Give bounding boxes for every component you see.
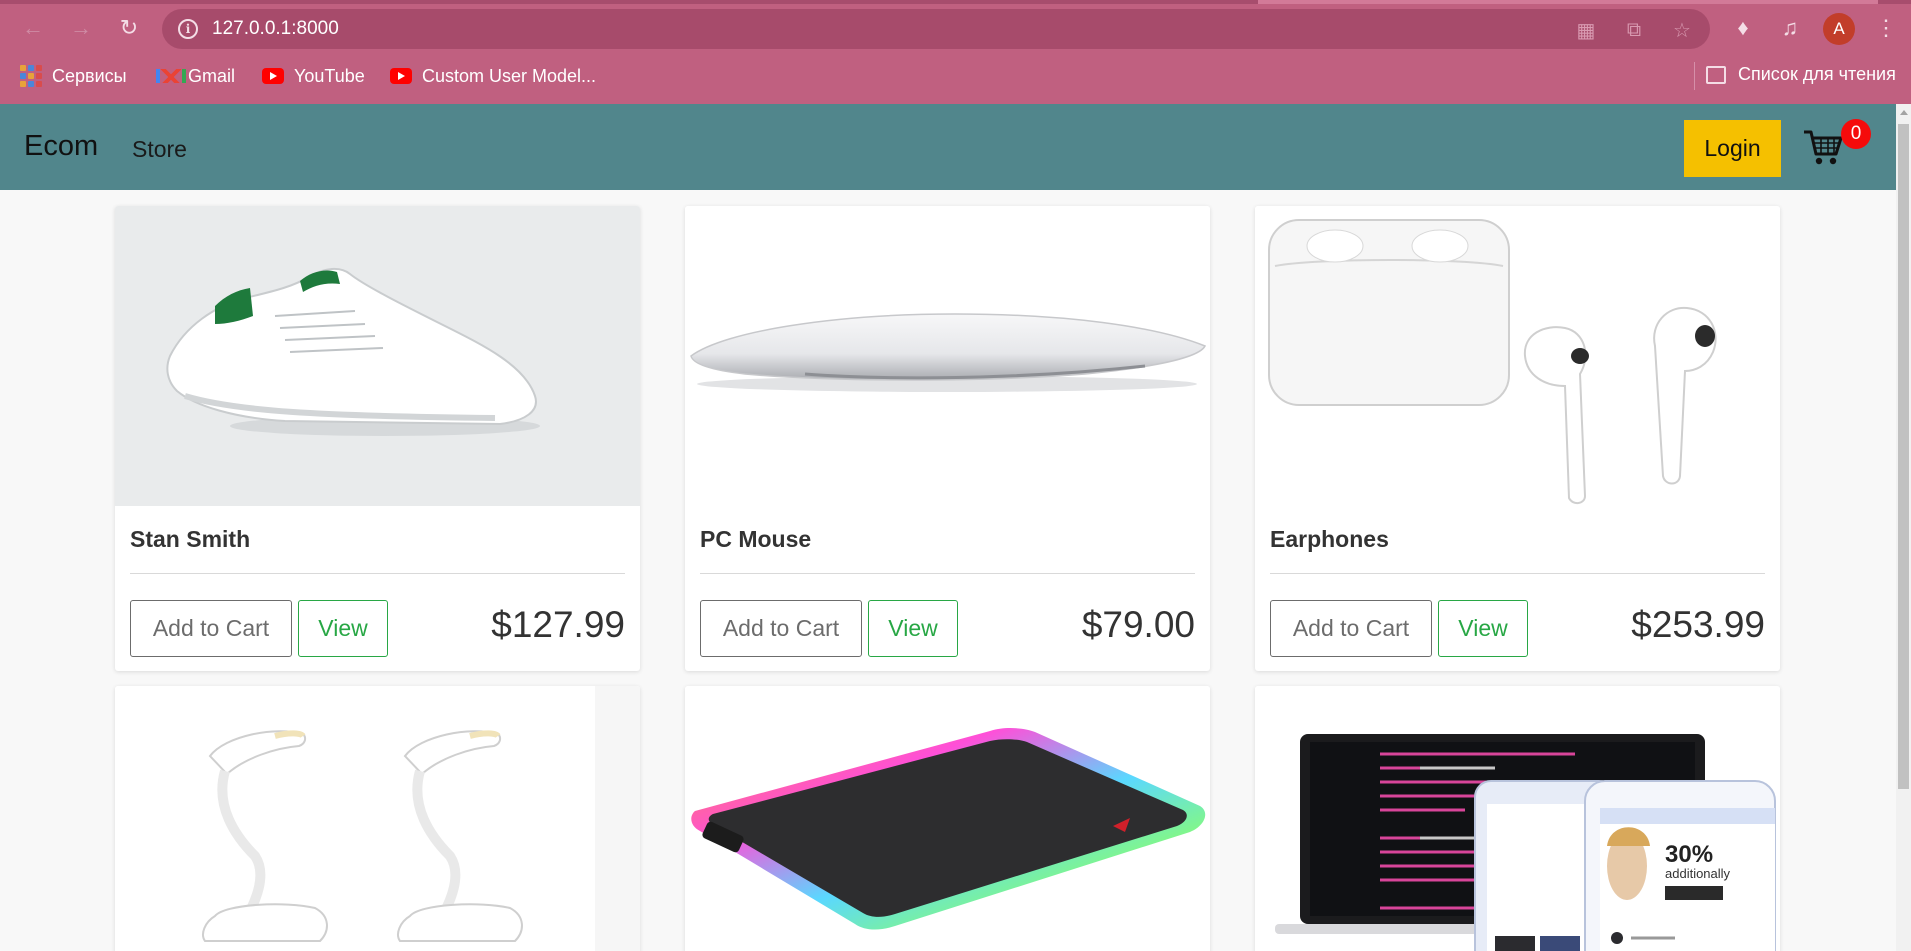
share-icon[interactable]: ⧉ (1621, 17, 1647, 43)
translate-icon[interactable]: ▦ (1573, 17, 1599, 43)
cart-icon[interactable] (1802, 126, 1844, 168)
product-card-desk-lamp (115, 686, 640, 951)
view-button[interactable]: View (868, 600, 958, 657)
product-image: 30% additionally (1255, 686, 1780, 951)
login-button[interactable]: Login (1684, 120, 1781, 177)
product-image (685, 686, 1210, 951)
page-scrollbar[interactable] (1896, 104, 1911, 951)
svg-text:additionally: additionally (1665, 866, 1731, 881)
youtube-icon (262, 68, 284, 84)
bookmarks-bar: Сервисы Gmail YouTube Custom User Model.… (0, 58, 1911, 94)
view-button[interactable]: View (1438, 600, 1528, 657)
more-menu-icon[interactable]: ⋮ (1870, 12, 1902, 44)
product-image (1255, 206, 1780, 506)
extensions-icon[interactable]: ♦ (1727, 12, 1759, 44)
browser-chrome: ← → ↻ i 127.0.0.1:8000 ▦ ⧉ ☆ ♦ ♫ A ⋮ Сер… (0, 0, 1911, 104)
add-to-cart-button[interactable]: Add to Cart (700, 600, 862, 657)
add-to-cart-button[interactable]: Add to Cart (130, 600, 292, 657)
brand-logo[interactable]: Ecom (24, 130, 98, 163)
bookmarks-divider (1694, 62, 1695, 90)
scroll-up-arrow-icon[interactable] (1900, 110, 1908, 115)
product-price: $127.99 (491, 604, 625, 645)
product-card-mouse-pad (685, 686, 1210, 951)
gmail-icon (156, 67, 186, 85)
reading-list-label: Список для чтения (1738, 64, 1896, 84)
product-card-pc-mouse: PC Mouse Add to Cart View $79.00 (685, 206, 1210, 671)
bookmark-label: Gmail (188, 65, 236, 86)
cart-count-badge: 0 (1841, 119, 1871, 149)
product-title: Earphones (1270, 526, 1389, 552)
bookmark-label: Сервисы (52, 65, 127, 86)
bookmark-label: YouTube (294, 65, 365, 86)
forward-icon[interactable]: → (65, 12, 97, 44)
bookmark-star-icon[interactable]: ☆ (1669, 17, 1695, 43)
reload-icon[interactable]: ↻ (113, 12, 145, 44)
product-title: PC Mouse (700, 526, 812, 552)
product-card-stan-smith: Stan Smith Add to Cart View $127.99 (115, 206, 640, 671)
address-bar[interactable]: i 127.0.0.1:8000 ▦ ⧉ ☆ (162, 9, 1710, 49)
site-navbar: Ecom Store Login 0 (0, 104, 1896, 190)
product-card-earphones: Earphones Add to Cart View $253.99 (1255, 206, 1780, 671)
product-price: $253.99 (1631, 604, 1765, 645)
tab-strip-edge (0, 0, 1911, 4)
reading-list-icon (1706, 65, 1726, 84)
apps-grid-icon (20, 65, 42, 87)
bookmark-services[interactable]: Сервисы (20, 64, 127, 88)
svg-text:30%: 30% (1665, 841, 1713, 868)
reading-list[interactable]: Список для чтения (1706, 64, 1896, 85)
media-control-icon[interactable]: ♫ (1774, 12, 1806, 44)
product-title: Stan Smith (130, 526, 251, 552)
add-to-cart-button[interactable]: Add to Cart (1270, 600, 1432, 657)
profile-avatar[interactable]: A (1823, 13, 1855, 45)
bookmark-youtube[interactable]: YouTube (262, 64, 365, 88)
bookmark-custom-user-model[interactable]: Custom User Model... (390, 64, 596, 88)
bookmark-gmail[interactable]: Gmail (156, 64, 235, 88)
card-divider (1270, 573, 1765, 574)
nav-store-link[interactable]: Store (132, 136, 187, 163)
product-price: $79.00 (1081, 604, 1195, 645)
page-viewport: Ecom Store Login 0 Stan Smith Add to Car… (0, 104, 1896, 951)
bookmark-label: Custom User Model... (422, 65, 597, 86)
card-divider (130, 573, 625, 574)
card-divider (700, 573, 1195, 574)
product-image (685, 206, 1210, 506)
product-image (115, 686, 640, 951)
product-card-web-template: 30% additionally (1255, 686, 1780, 951)
product-image (115, 206, 640, 506)
scrollbar-thumb[interactable] (1898, 124, 1909, 789)
back-icon[interactable]: ← (17, 12, 49, 44)
view-button[interactable]: View (298, 600, 388, 657)
url-text[interactable]: 127.0.0.1:8000 (212, 18, 339, 40)
youtube-icon (390, 68, 412, 84)
active-tab-edge (1258, 0, 1878, 4)
site-info-icon[interactable]: i (178, 19, 198, 39)
